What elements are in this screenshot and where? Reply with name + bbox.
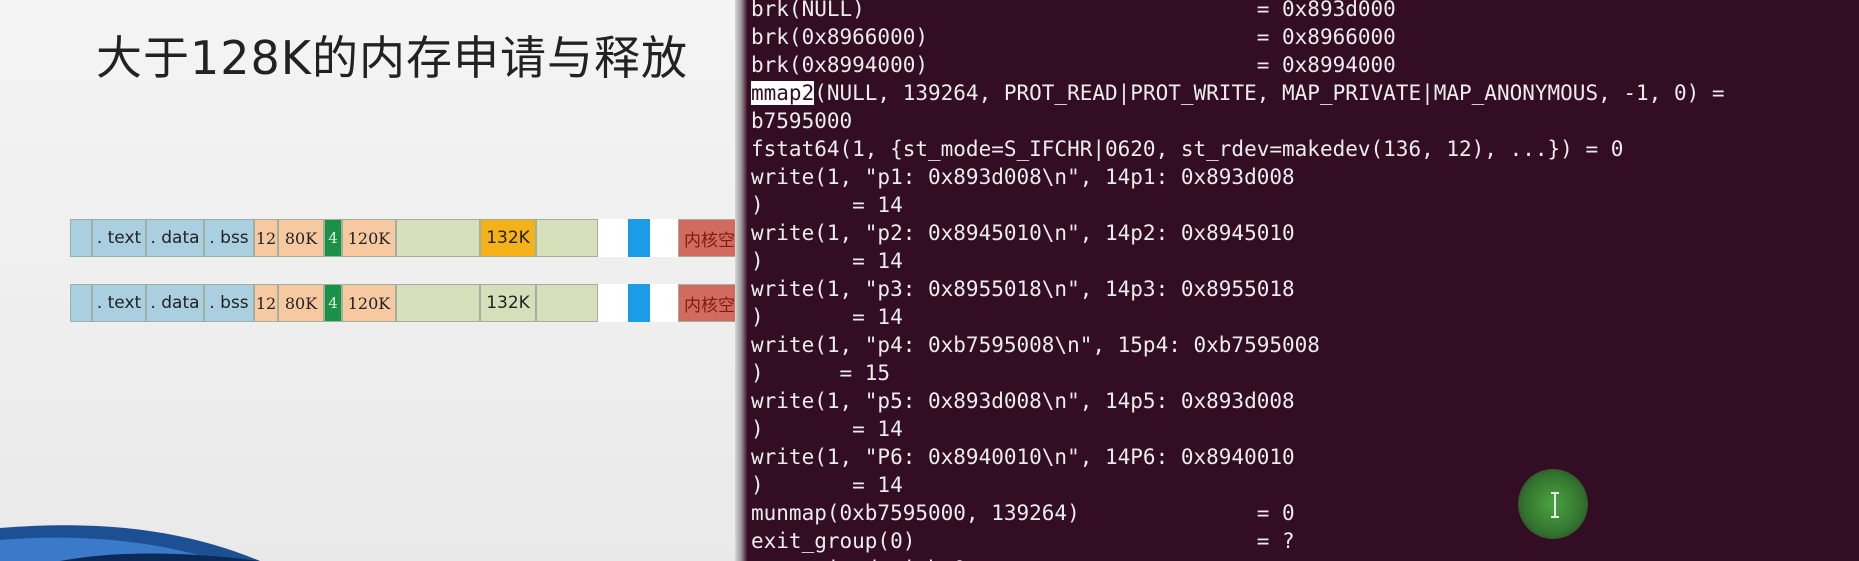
terminal-line: write(1, "P6: 0x8940010\n", 14P6: 0x8940…	[751, 443, 1725, 471]
memory-segment-data-2: . data	[146, 284, 204, 322]
memory-segment-120k-7: 120K	[342, 219, 396, 257]
memory-segment-white-13	[650, 284, 678, 322]
slide-decoration-swoosh	[0, 525, 260, 561]
memory-segment-white-13	[650, 219, 678, 257]
memory-segment-cyan-12	[628, 219, 650, 257]
terminal-line-text: ) = 14	[751, 473, 903, 497]
terminal-line-text: exit_group(0) = ?	[751, 529, 1295, 553]
terminal-line-text: brk(0x8994000) = 0x8994000	[751, 53, 1396, 77]
memory-segment-text-1: . text	[92, 219, 146, 257]
memory-segment-text-1: . text	[92, 284, 146, 322]
window-divider	[735, 0, 747, 561]
terminal-line-text: write(1, "P6: 0x8940010\n", 14P6: 0x8940…	[751, 445, 1295, 469]
terminal-line-text: brk(0x8966000) = 0x8966000	[751, 25, 1396, 49]
highlighted-text: mmap2	[751, 81, 815, 105]
terminal-line: exit_group(0) = ?	[751, 527, 1725, 555]
terminal-line: fstat64(1, {st_mode=S_IFCHR|0620, st_rde…	[751, 135, 1725, 163]
terminal-line-text: write(1, "p3: 0x8955018\n", 14p3: 0x8955…	[751, 277, 1295, 301]
memory-segment-olive-10	[536, 284, 598, 322]
terminal-line-text: (NULL, 139264, PROT_READ|PROT_WRITE, MAP…	[814, 81, 1725, 105]
terminal-line-text: ) = 15	[751, 361, 891, 385]
terminal-line: mmap2(NULL, 139264, PROT_READ|PROT_WRITE…	[751, 79, 1725, 107]
terminal-line-text: write(1, "p2: 0x8945010\n", 14p2: 0x8945…	[751, 221, 1295, 245]
memory-segment-kernel-14: 内核空间	[678, 219, 735, 257]
terminal-line-text: brk(NULL) = 0x893d000	[751, 0, 1396, 21]
terminal-window[interactable]: brk(NULL) = 0x893d000 brk(0x8966000) = 0x…	[747, 0, 1859, 561]
terminal-line: write(1, "p1: 0x893d008\n", 14p1: 0x893d…	[751, 163, 1725, 191]
memory-segment-80k-5: 80K	[278, 284, 324, 322]
terminal-line: brk(NULL) = 0x893d000	[751, 0, 1725, 23]
memory-segment-bss-3: . bss	[204, 219, 254, 257]
memory-segment-132k-9: 132K	[480, 284, 536, 322]
terminal-line-text: write(1, "p1: 0x893d008\n", 14p1: 0x893d…	[751, 165, 1295, 189]
memory-segment-olive-10	[536, 219, 598, 257]
terminal-line: ) = 14	[751, 247, 1725, 275]
terminal-line: ) = 14	[751, 303, 1725, 331]
terminal-line: +++ exited with 0 +++	[751, 555, 1725, 561]
terminal-line-text: ) = 14	[751, 193, 903, 217]
memory-segment-kernel-14: 内核空间	[678, 284, 735, 322]
memory-segment-120k-7: 120K	[342, 284, 396, 322]
terminal-line: write(1, "p4: 0xb7595008\n", 15p4: 0xb75…	[751, 331, 1725, 359]
terminal-line-text: munmap(0xb7595000, 139264) = 0	[751, 501, 1295, 525]
terminal-line: brk(0x8994000) = 0x8994000	[751, 51, 1725, 79]
terminal-line: ) = 14	[751, 415, 1725, 443]
terminal-line: ) = 14	[751, 191, 1725, 219]
terminal-line: b7595000	[751, 107, 1725, 135]
presentation-slide: 大于128K的内存申请与释放 . text. data. bss 12 80K 4 12…	[0, 0, 735, 561]
memory-segment-80k-5: 80K	[278, 219, 324, 257]
memory-segment-4-6: 4	[324, 284, 342, 322]
memory-segment-data-2: . data	[146, 219, 204, 257]
slide-title: 大于128K的内存申请与释放	[96, 31, 688, 85]
terminal-line-text: write(1, "p4: 0xb7595008\n", 15p4: 0xb75…	[751, 333, 1320, 357]
memory-segment-olive-8	[396, 219, 480, 257]
terminal-output: brk(NULL) = 0x893d000 brk(0x8966000) = 0x…	[751, 0, 1725, 561]
terminal-line-text: fstat64(1, {st_mode=S_IFCHR|0620, st_rde…	[751, 137, 1624, 161]
terminal-line-text: ) = 14	[751, 249, 903, 273]
memory-segment-blue-0	[70, 219, 92, 257]
terminal-line-text: ) = 14	[751, 305, 903, 329]
memory-segment-olive-8	[396, 284, 480, 322]
memory-segment-white-11	[598, 284, 628, 322]
memory-segment-blue-0	[70, 284, 92, 322]
terminal-line: write(1, "p3: 0x8955018\n", 14p3: 0x8955…	[751, 275, 1725, 303]
memory-segment-cyan-12	[628, 284, 650, 322]
terminal-line-text: write(1, "p5: 0x893d008\n", 14p5: 0x893d…	[751, 389, 1295, 413]
terminal-line: ) = 15	[751, 359, 1725, 387]
terminal-line-text: b7595000	[751, 109, 853, 133]
terminal-line-text: ) = 14	[751, 417, 903, 441]
text-cursor-icon	[1551, 492, 1559, 518]
terminal-line: brk(0x8966000) = 0x8966000	[751, 23, 1725, 51]
terminal-line-text: +++ exited with 0 +++	[751, 557, 1017, 561]
memory-segment-4-6: 4	[324, 219, 342, 257]
memory-segment-12-4: 12	[254, 219, 278, 257]
memory-segment-132k-9: 132K	[480, 219, 536, 257]
memory-segment-12-4: 12	[254, 284, 278, 322]
terminal-line: write(1, "p2: 0x8945010\n", 14p2: 0x8945…	[751, 219, 1725, 247]
memory-segment-white-11	[598, 219, 628, 257]
terminal-line: write(1, "p5: 0x893d008\n", 14p5: 0x893d…	[751, 387, 1725, 415]
memory-segment-bss-3: . bss	[204, 284, 254, 322]
memory-layout-row-after: . text. data. bss1280K4120K 132K 内核空间	[70, 284, 735, 322]
memory-layout-row-before: . text. data. bss1280K4120K 132K 内核空间	[70, 219, 735, 257]
